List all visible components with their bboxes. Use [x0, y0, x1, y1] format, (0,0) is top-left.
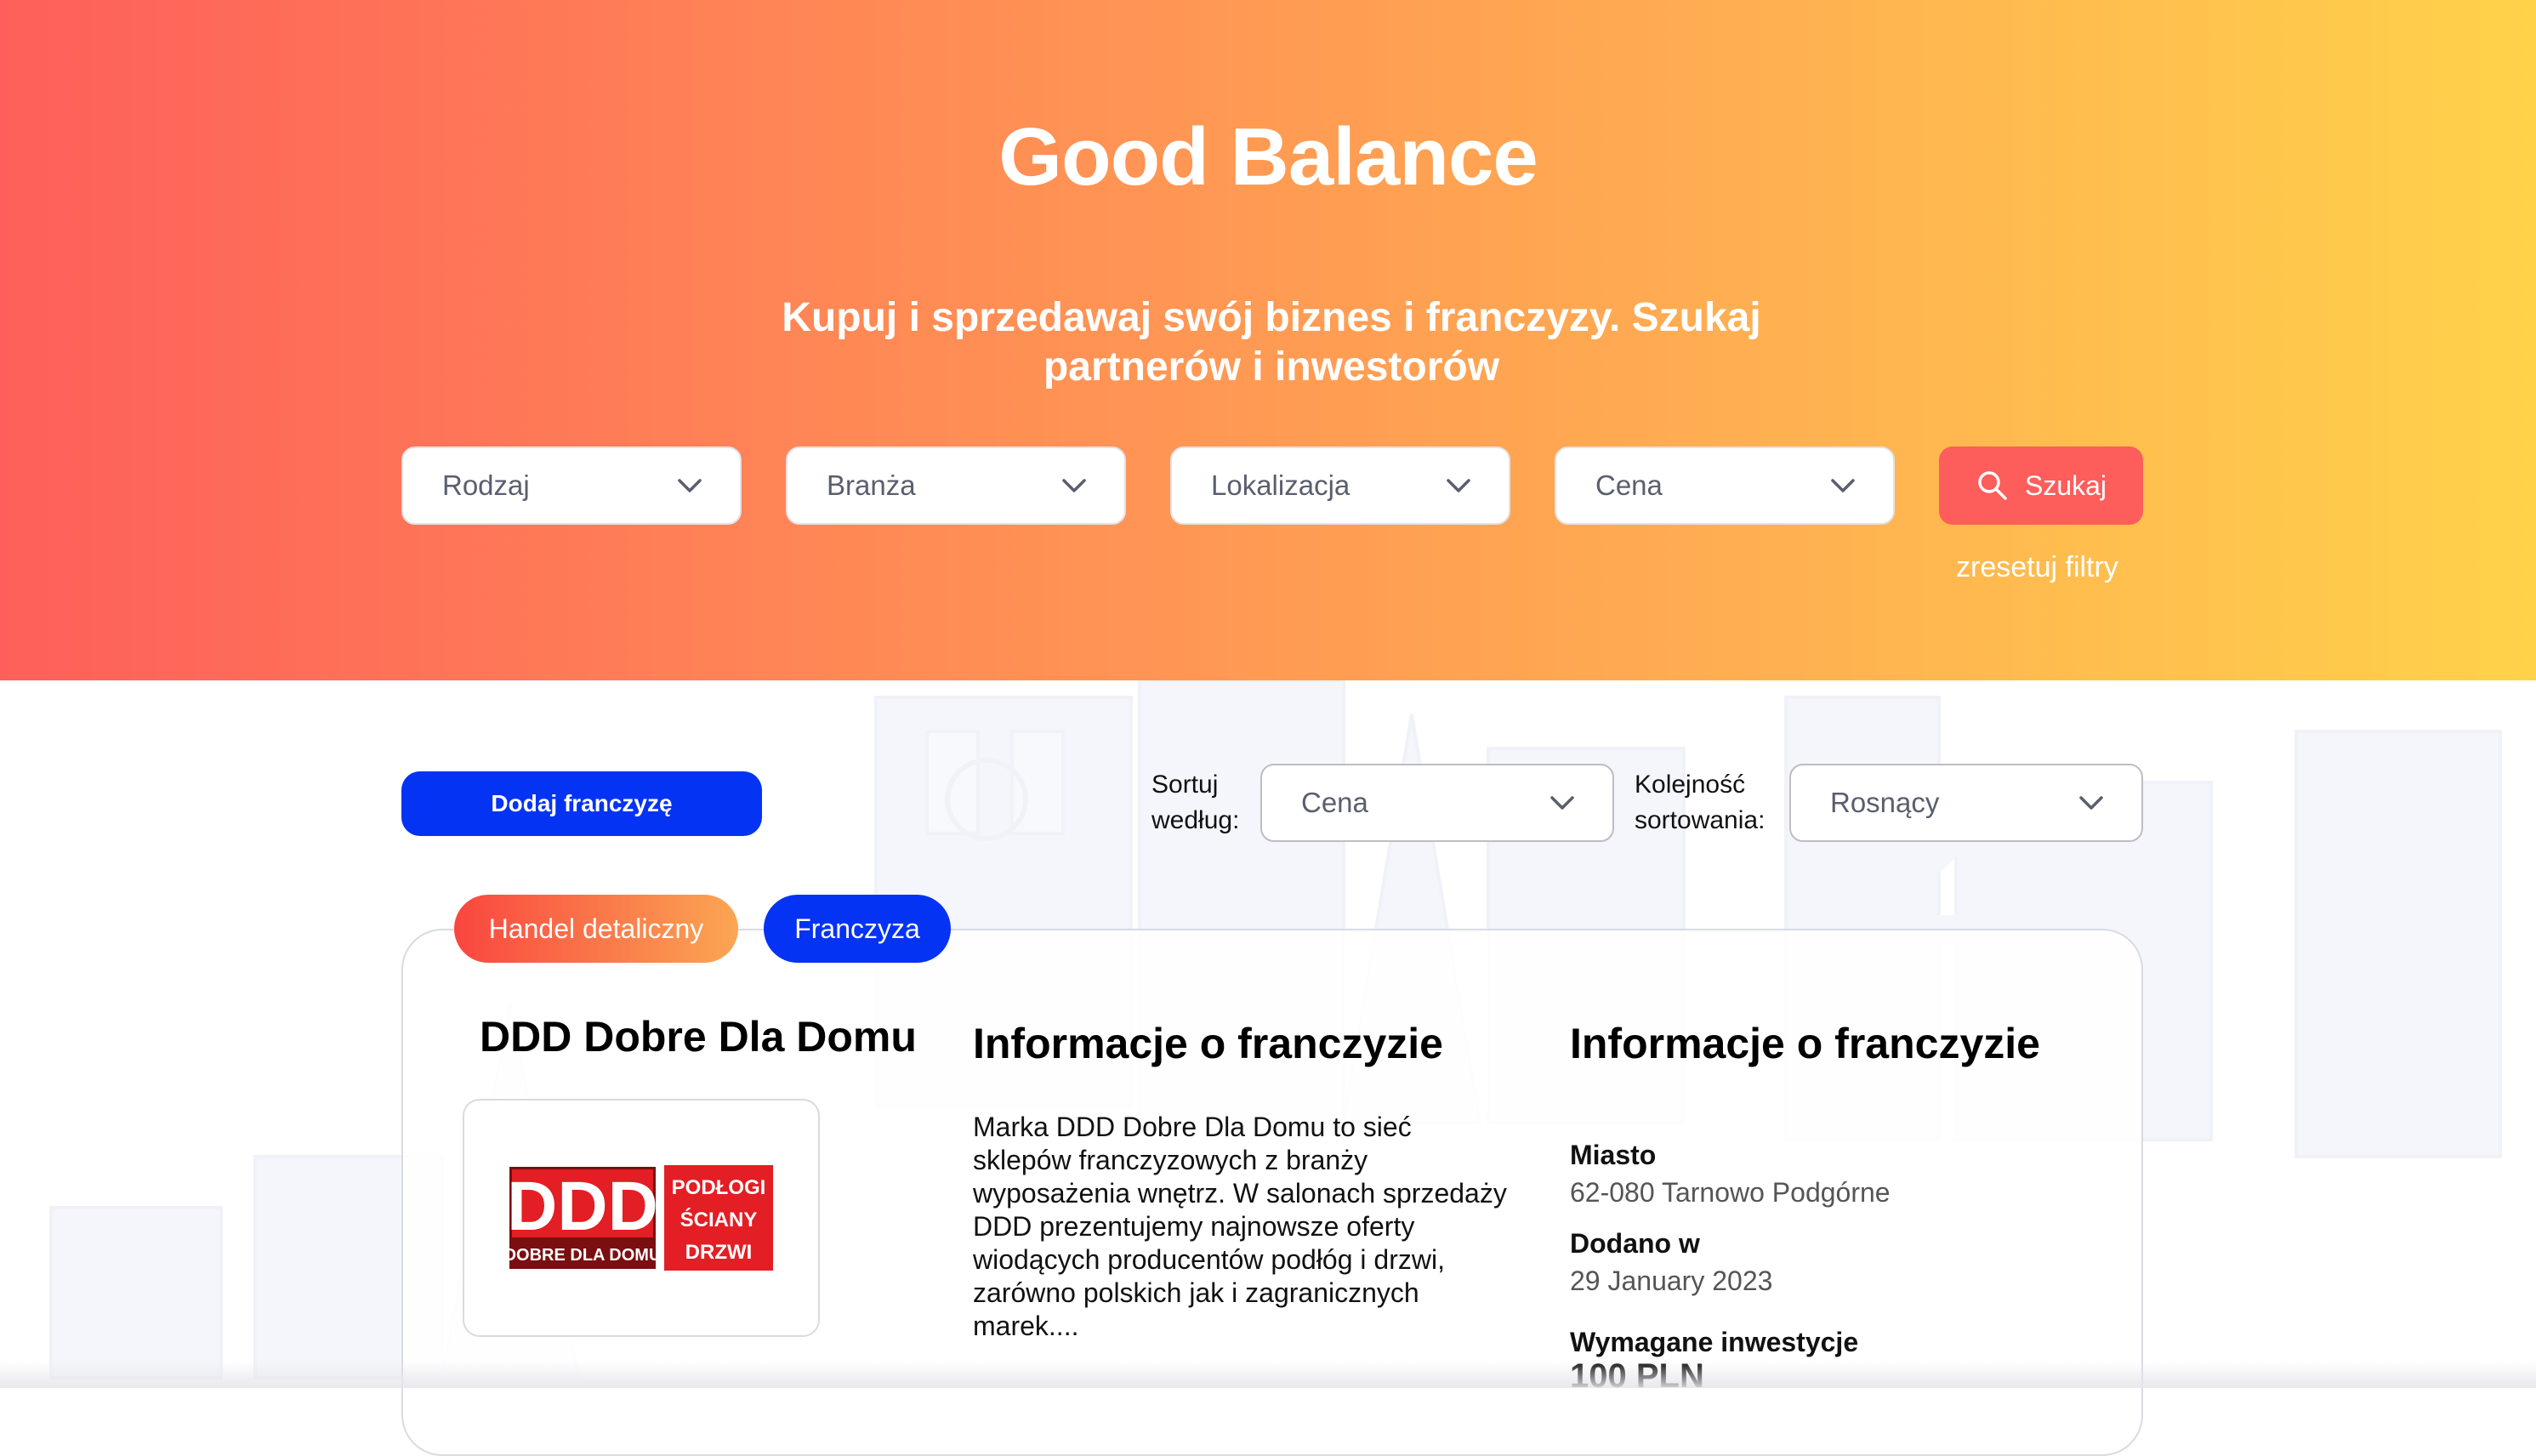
chevron-down-icon: [2079, 796, 2103, 810]
city-label: Miasto: [1570, 1140, 1657, 1170]
price-filter-select[interactable]: Cena: [1555, 446, 1895, 525]
city-value: 62-080 Tarnowo Podgórne: [1570, 1177, 1891, 1208]
category-tag-franchise[interactable]: Franczyza: [764, 895, 951, 963]
search-button-label: Szukaj: [2024, 469, 2107, 501]
sort-by-value: Cena: [1301, 787, 1368, 818]
hero-subtitle: Kupuj i sprzedawaj swój biznes i franczy…: [782, 295, 1761, 390]
page-title: Good Balance: [998, 111, 1538, 202]
location-filter-select[interactable]: Lokalizacja: [1170, 446, 1510, 525]
info-title: Informacje o franczyzie: [1570, 1020, 2040, 1067]
chevron-down-icon: [678, 479, 702, 492]
reset-filters-link[interactable]: zresetuj filtry: [1956, 551, 2118, 584]
location-filter-label: Lokalizacja: [1211, 469, 1350, 501]
type-filter-label: Rodzaj: [442, 469, 530, 501]
scroll-fade: [0, 1361, 2536, 1388]
svg-text:DDD: DDD: [509, 1168, 658, 1245]
listing-name[interactable]: DDD Dobre Dla Domu: [480, 1012, 917, 1061]
svg-text:DOBRE DLA DOMU: DOBRE DLA DOMU: [509, 1246, 661, 1265]
search-button[interactable]: Szukaj: [1939, 446, 2143, 525]
added-date-value: 29 January 2023: [1570, 1265, 1773, 1296]
industry-filter-select[interactable]: Branża: [786, 446, 1126, 525]
sort-by-label: Sortuj według:: [1151, 771, 1240, 834]
price-filter-label: Cena: [1595, 469, 1663, 501]
ddd-logo: DDD DOBRE DLA DOMU PODŁOGI ŚCIANY DRZWI: [509, 1165, 773, 1271]
chevron-down-icon: [1447, 479, 1470, 492]
type-filter-select[interactable]: Rodzaj: [401, 446, 742, 525]
sort-order-label: Kolejność sortowania:: [1635, 771, 1766, 834]
listing-logo[interactable]: DDD DOBRE DLA DOMU PODŁOGI ŚCIANY DRZWI: [463, 1099, 820, 1337]
category-tag-retail[interactable]: Handel detaliczny: [454, 895, 738, 963]
search-icon: [1978, 471, 2007, 500]
industry-filter-label: Branża: [827, 469, 916, 501]
investment-label: Wymagane inwestycje: [1570, 1327, 1859, 1357]
sort-order-select[interactable]: Rosnący: [1789, 764, 2143, 842]
svg-text:PODŁOGI: PODŁOGI: [672, 1176, 766, 1199]
chevron-down-icon: [1831, 479, 1855, 492]
chevron-down-icon: [1550, 796, 1574, 810]
description-title: Informacje o franczyzie: [973, 1020, 1443, 1067]
added-date-label: Dodano w: [1570, 1228, 1700, 1259]
svg-text:DRZWI: DRZWI: [685, 1241, 753, 1264]
sort-order-value: Rosnący: [1830, 787, 1940, 818]
add-franchise-button[interactable]: Dodaj franczyzę: [401, 771, 762, 836]
svg-text:ŚCIANY: ŚCIANY: [680, 1208, 758, 1231]
chevron-down-icon: [1062, 479, 1086, 492]
hero-banner: Good Balance Kupuj i sprzedawaj swój biz…: [0, 0, 2536, 680]
sort-by-select[interactable]: Cena: [1260, 764, 1614, 842]
listing-description: Marka DDD Dobre Dla Domu to sieć sklepów…: [973, 1112, 1507, 1341]
